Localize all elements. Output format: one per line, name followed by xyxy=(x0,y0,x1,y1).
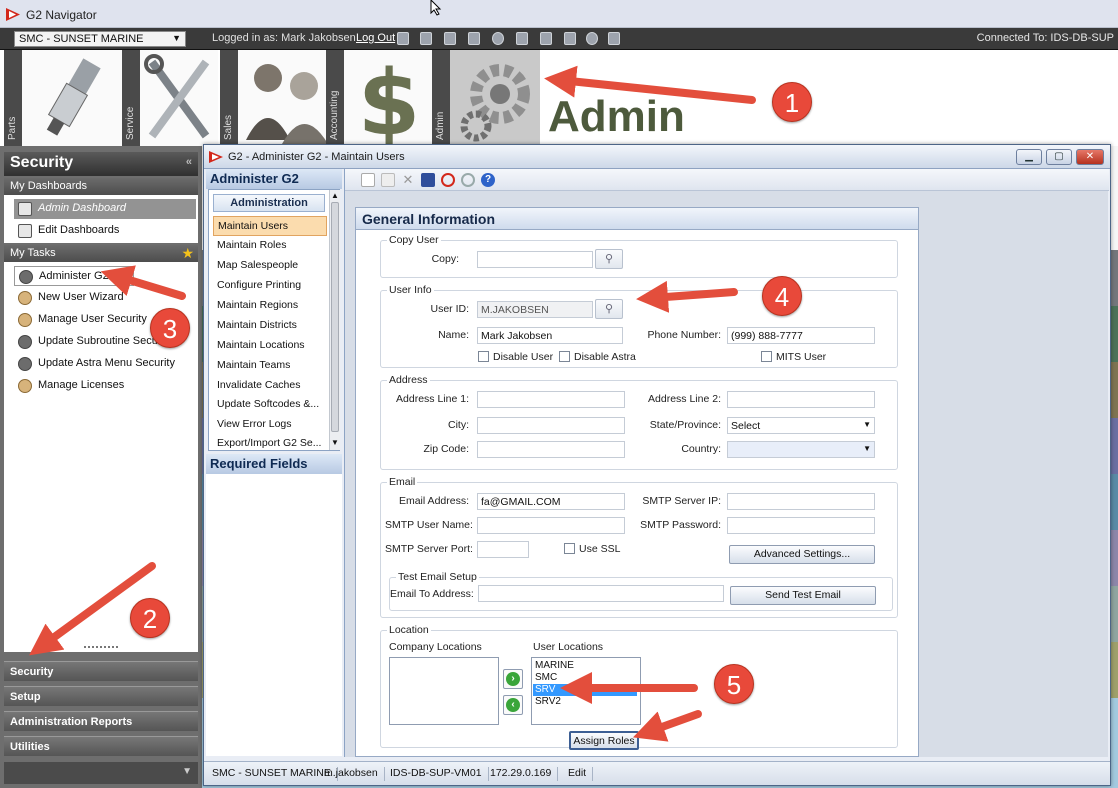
annotation-badge-4: 4 xyxy=(762,276,802,316)
annotation-badge-5: 5 xyxy=(714,664,754,704)
annotation-badge-2: 2 xyxy=(130,598,170,638)
annotation-arrow-3 xyxy=(100,265,186,300)
annotation-arrow-1 xyxy=(544,65,756,104)
annotation-arrows xyxy=(29,65,756,742)
annotation-badge-3: 3 xyxy=(150,308,190,348)
annotation-arrow-5b xyxy=(632,710,702,742)
annotation-arrow-4 xyxy=(636,280,738,313)
annotation-badge-1: 1 xyxy=(772,82,812,122)
